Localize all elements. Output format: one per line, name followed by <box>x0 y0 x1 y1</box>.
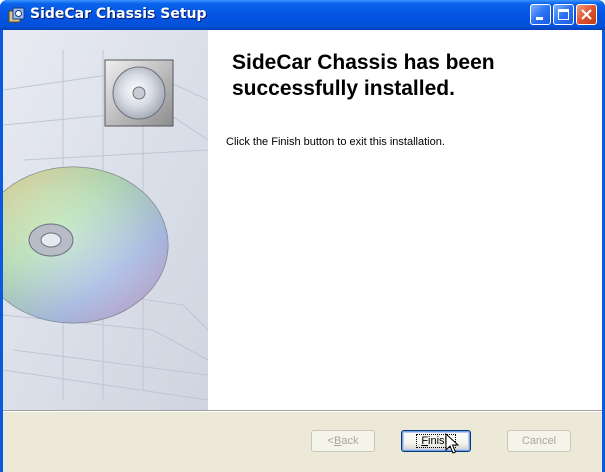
back-label-rest: ack <box>341 435 359 447</box>
minimize-icon <box>536 17 543 20</box>
content-panel: SideCar Chassis has been successfully in… <box>208 30 602 410</box>
mouse-pointer-icon <box>445 433 459 454</box>
cd-artwork-icon <box>3 30 208 410</box>
back-label-mnemonic: B <box>333 435 342 447</box>
installer-sidebar-graphic <box>3 30 208 410</box>
minimize-button[interactable] <box>530 4 551 25</box>
installer-package-icon <box>8 7 25 23</box>
window-title: SideCar Chassis Setup <box>30 6 207 22</box>
cancel-button[interactable]: Cancel <box>507 430 571 452</box>
button-bar: < Back Finish Cancel <box>3 412 602 472</box>
close-button[interactable] <box>576 4 597 25</box>
completion-heading: SideCar Chassis has been successfully in… <box>232 51 495 100</box>
maximize-icon <box>558 9 569 20</box>
title-bar[interactable]: SideCar Chassis Setup <box>0 0 605 30</box>
back-button[interactable]: < Back <box>311 430 375 452</box>
finish-button[interactable]: Finish <box>401 430 471 452</box>
installer-window: SideCar Chassis Setup SideCar Chassis ha… <box>0 0 605 472</box>
maximize-button[interactable] <box>553 4 574 25</box>
close-icon <box>581 9 592 20</box>
finish-instructions: Click the Finish button to exit this ins… <box>226 136 445 148</box>
dialog-client-area: SideCar Chassis has been successfully in… <box>3 30 602 472</box>
